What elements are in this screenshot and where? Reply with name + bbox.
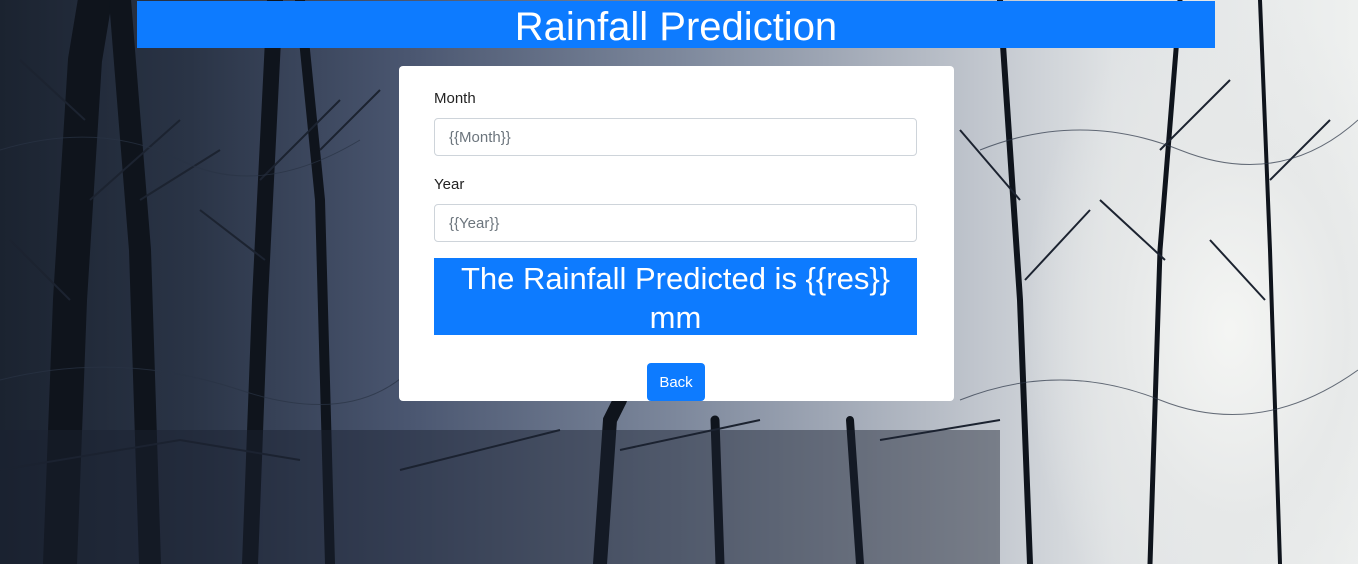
month-input[interactable] [434,118,917,156]
year-input[interactable] [434,204,917,242]
prediction-card: Month Year The Rainfall Predicted is {{r… [399,66,954,401]
page-title: Rainfall Prediction [514,5,838,49]
result-text: The Rainfall Predicted is {{res}} mm [460,261,891,335]
result-banner: The Rainfall Predicted is {{res}} mm [434,258,917,335]
month-label: Month [434,90,476,107]
page-title-banner: Rainfall Prediction [137,1,1215,49]
year-label: Year [434,176,465,193]
back-button[interactable]: Back [647,363,705,401]
